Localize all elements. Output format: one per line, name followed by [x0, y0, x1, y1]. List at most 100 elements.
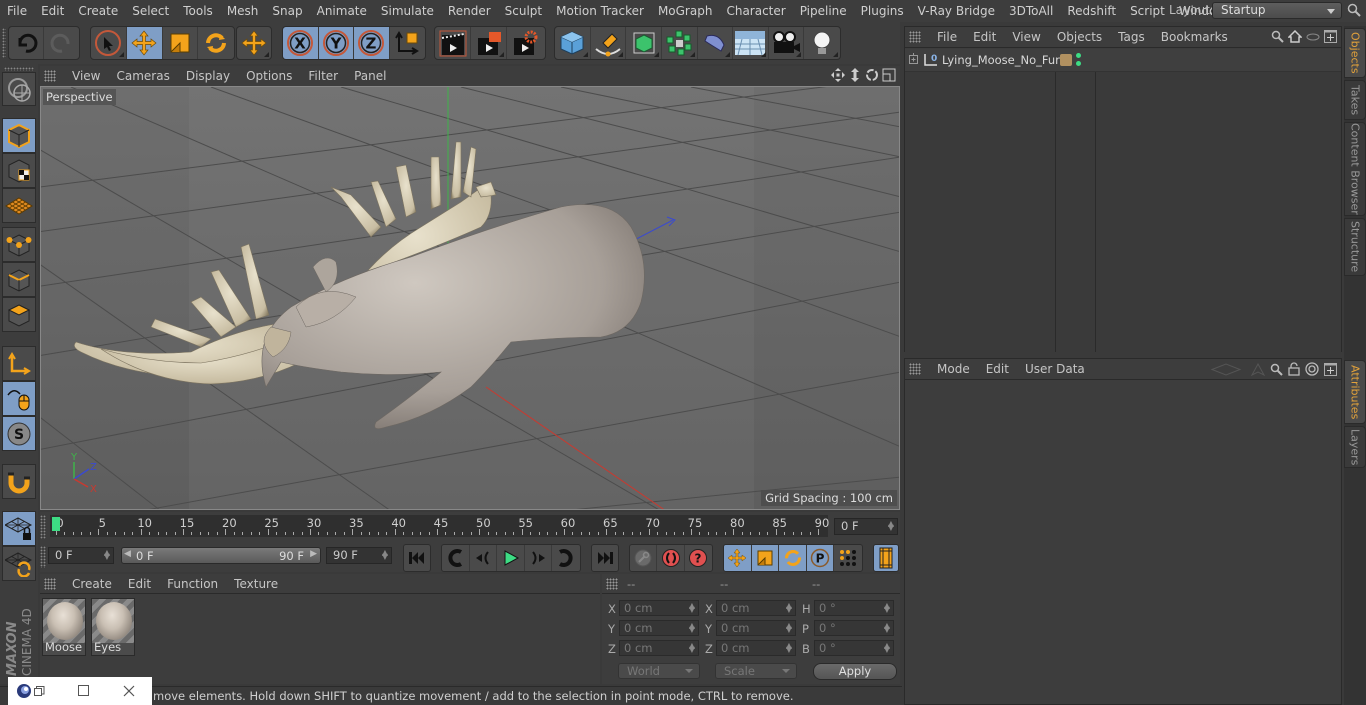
keyframe-selection-button[interactable]: ?: [685, 545, 712, 571]
scale-button[interactable]: [163, 27, 199, 59]
object-menu-file[interactable]: File: [929, 30, 965, 44]
key-parameter-button[interactable]: P: [806, 545, 835, 571]
layer-color-swatch[interactable]: [1060, 54, 1072, 66]
attribute-menu-mode[interactable]: Mode: [929, 362, 978, 376]
spinner-icon[interactable]: ▲ ▼: [786, 642, 792, 654]
spinner-icon[interactable]: ▲ ▼: [786, 622, 792, 634]
edges-mode-button[interactable]: [2, 262, 36, 297]
tab-structure[interactable]: Structure: [1344, 218, 1366, 276]
tab-attributes[interactable]: Attributes: [1344, 360, 1366, 424]
make-editable-button[interactable]: [2, 72, 36, 106]
rotation-h-field[interactable]: 0 ° ▲ ▼: [814, 600, 894, 616]
light-button[interactable]: [804, 27, 840, 59]
render-picture-viewer-button[interactable]: [471, 27, 507, 59]
menu-create[interactable]: Create: [71, 4, 125, 18]
previous-key-button[interactable]: [442, 545, 470, 571]
spinner-icon[interactable]: ▲ ▼: [884, 642, 890, 654]
camera-label[interactable]: Perspective: [43, 89, 116, 105]
redo-button[interactable]: [44, 27, 79, 59]
rotation-b-field[interactable]: 0 ° ▲ ▼: [814, 640, 894, 656]
expand-icon[interactable]: [908, 53, 920, 65]
spinner-icon[interactable]: ▲ ▼: [689, 622, 695, 634]
go-to-end-button[interactable]: [592, 545, 618, 571]
viewport-menu-panel[interactable]: Panel: [346, 69, 394, 83]
go-to-start-button[interactable]: [404, 545, 430, 571]
new-panel-icon[interactable]: [1324, 30, 1337, 43]
texture-mode-button[interactable]: [2, 153, 36, 188]
tab-takes[interactable]: Takes: [1344, 80, 1366, 120]
min-frame-field[interactable]: 0 F ▲ ▼: [48, 547, 114, 564]
current-frame-field[interactable]: 0 F ▲ ▼: [834, 518, 898, 535]
menu-character[interactable]: Character: [719, 4, 792, 18]
panel-grip[interactable]: [909, 31, 921, 43]
autokey-button[interactable]: [657, 545, 685, 571]
orbit-icon[interactable]: [865, 68, 879, 82]
timeline-button[interactable]: [874, 545, 898, 571]
apply-button[interactable]: Apply: [813, 663, 897, 680]
previous-frame-button[interactable]: [470, 545, 498, 571]
spinner-icon[interactable]: ▲ ▼: [382, 549, 388, 561]
tab-content-browser[interactable]: Content Browser: [1344, 122, 1366, 216]
viewport-menu-filter[interactable]: Filter: [300, 69, 346, 83]
menu-plugins[interactable]: Plugins: [854, 4, 911, 18]
rotate-button[interactable]: [198, 27, 234, 59]
snap-button[interactable]: [2, 464, 36, 499]
key-position-button[interactable]: [724, 545, 752, 571]
object-menu-view[interactable]: View: [1004, 30, 1048, 44]
object-list[interactable]: 0 Lying_Moose_No_Fur: [905, 49, 1341, 352]
size-y-field[interactable]: 0 cm ▲ ▼: [716, 620, 796, 636]
menu-redshift[interactable]: Redshift: [1060, 4, 1123, 18]
viewport-perspective[interactable]: Y Z X Perspective Grid Spacing : 100 cm: [40, 86, 900, 510]
attribute-menu-user-data[interactable]: User Data: [1017, 362, 1093, 376]
next-key-button[interactable]: [552, 545, 580, 571]
key-scale-button[interactable]: [751, 545, 780, 571]
panel-grip[interactable]: [40, 515, 46, 539]
workplane-align-button[interactable]: [2, 546, 36, 581]
object-menu-edit[interactable]: Edit: [965, 30, 1004, 44]
menu-mograph[interactable]: MoGraph: [651, 4, 720, 18]
viewport-menu-options[interactable]: Options: [238, 69, 300, 83]
size-x-field[interactable]: 0 cm ▲ ▼: [716, 600, 796, 616]
panel-grip[interactable]: [44, 70, 56, 82]
playhead[interactable]: [52, 517, 60, 531]
range-left-arrow-icon[interactable]: ◀: [124, 549, 131, 559]
z-axis-button[interactable]: Z: [354, 27, 390, 59]
range-right-arrow-icon[interactable]: ▶: [310, 549, 317, 559]
menu-snap[interactable]: Snap: [265, 4, 309, 18]
move-button[interactable]: [126, 27, 163, 59]
editor-visibility-dot[interactable]: [1076, 53, 1081, 58]
toolbar-grip[interactable]: [4, 67, 34, 71]
search-icon[interactable]: [1270, 363, 1283, 376]
play-button[interactable]: [497, 545, 525, 571]
max-frame-field[interactable]: 90 F ▲ ▼: [326, 547, 392, 564]
column-divider[interactable]: [1095, 49, 1096, 352]
panel-grip[interactable]: [909, 363, 921, 375]
solo-button[interactable]: S: [2, 416, 36, 451]
floor-button[interactable]: [733, 27, 769, 59]
menu-vray-bridge[interactable]: V-Ray Bridge: [911, 4, 1002, 18]
tweak-mode-button[interactable]: [2, 381, 36, 416]
cinema4d-app-icon[interactable]: [16, 683, 32, 699]
live-selection-button[interactable]: [91, 27, 127, 59]
panel-grip[interactable]: [606, 577, 618, 590]
spinner-icon[interactable]: ▲ ▼: [884, 602, 890, 614]
points-mode-button[interactable]: [2, 227, 36, 262]
spinner-icon[interactable]: ▲ ▼: [884, 622, 890, 634]
material-swatch-eyes[interactable]: Eyes: [91, 598, 135, 656]
menu-3dtoall[interactable]: 3DToAll: [1002, 4, 1060, 18]
material-menu-texture[interactable]: Texture: [226, 577, 286, 591]
preview-range-slider[interactable]: ◀ 0 F 90 F ▶: [121, 547, 321, 564]
lock-workplane-button[interactable]: [2, 511, 36, 546]
record-keys-button[interactable]: [630, 545, 658, 571]
camera-button[interactable]: [769, 27, 805, 59]
timeline-ruler[interactable]: 0 5 10 15 20 25 30 35 40 45 50 55 60 65 70 75 80 85 90: [50, 515, 829, 537]
position-x-field[interactable]: 0 cm ▲ ▼: [619, 600, 699, 616]
subdivision-button[interactable]: [626, 27, 662, 59]
menu-simulate[interactable]: Simulate: [374, 4, 441, 18]
x-axis-button[interactable]: X: [283, 27, 319, 59]
axis-mode-button[interactable]: [2, 346, 36, 381]
layout-dropdown[interactable]: Startup: [1212, 2, 1342, 19]
workplane-button[interactable]: [2, 188, 36, 223]
object-menu-tags[interactable]: Tags: [1110, 30, 1153, 44]
up-icon[interactable]: [1251, 362, 1265, 376]
